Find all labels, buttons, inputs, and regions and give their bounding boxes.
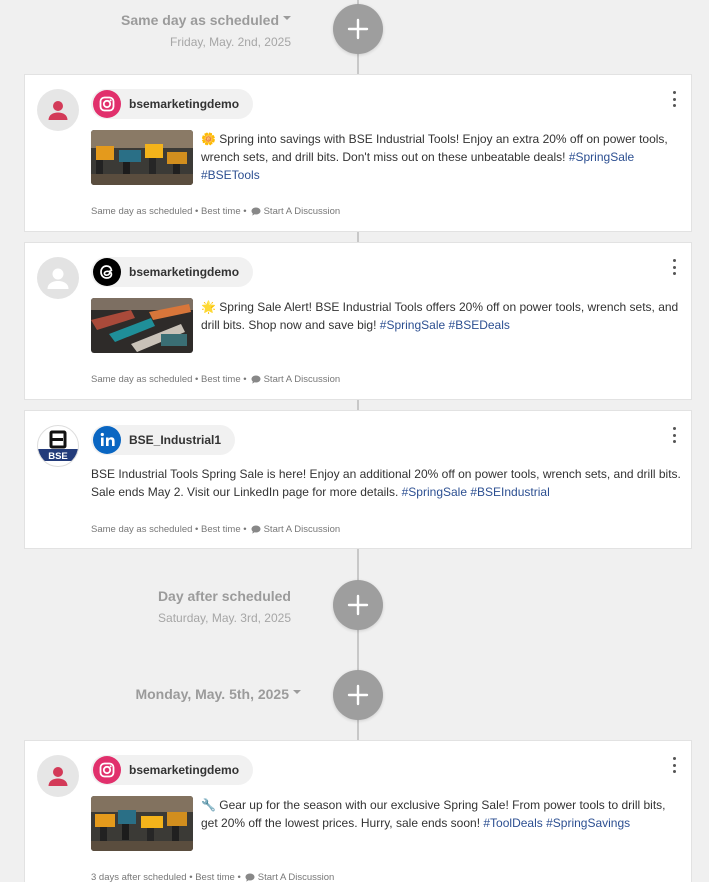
account-pill[interactable]: bsemarketingdemo xyxy=(91,89,254,119)
account-name: bsemarketingdemo xyxy=(129,97,240,111)
account-pill[interactable]: bsemarketingdemo xyxy=(91,755,254,785)
chat-bubble-icon xyxy=(251,375,261,384)
best-time-label: Best time xyxy=(201,206,241,217)
date-group-header: Monday, May. 5th, 2025 xyxy=(135,686,301,702)
date-group-header: Day after scheduled Saturday, May. 3rd, … xyxy=(158,588,291,625)
timing-label: Same day as scheduled xyxy=(91,206,193,217)
kebab-menu-icon[interactable] xyxy=(671,259,677,275)
timing-label: 3 days after scheduled xyxy=(91,872,187,882)
linkedin-icon xyxy=(93,426,121,454)
post-image-thumbnail[interactable] xyxy=(91,796,193,851)
post-text: 🔧 Gear up for the season with our exclus… xyxy=(201,798,666,830)
caret-down-icon xyxy=(283,16,291,21)
best-time-label: Best time xyxy=(201,524,241,535)
start-discussion-link[interactable]: Start A Discussion xyxy=(245,872,334,882)
post-card[interactable]: bsemarketingdemo 🌼 Spring into savings w… xyxy=(24,74,692,232)
post-image-thumbnail[interactable] xyxy=(91,130,193,185)
hashtag-link[interactable]: #SpringSavings xyxy=(546,816,630,830)
post-meta: Same day as scheduled • Best time • Star… xyxy=(91,374,341,385)
add-post-button[interactable] xyxy=(333,4,383,54)
account-name: BSE_Industrial1 xyxy=(129,433,222,447)
hashtag-link[interactable]: #SpringSale xyxy=(380,318,445,332)
start-discussion-link[interactable]: Start A Discussion xyxy=(251,374,340,385)
avatar: BSE xyxy=(37,425,79,467)
post-image-thumbnail[interactable] xyxy=(91,298,193,353)
instagram-icon xyxy=(93,756,121,784)
avatar-text: BSE xyxy=(48,451,68,462)
post-meta: Same day as scheduled • Best time • Star… xyxy=(91,524,341,535)
threads-icon xyxy=(93,258,121,286)
best-time-label: Best time xyxy=(201,374,241,385)
date-group-title[interactable]: Monday, May. 5th, 2025 xyxy=(135,686,301,702)
post-meta: Same day as scheduled • Best time • Star… xyxy=(91,206,341,217)
timing-label: Same day as scheduled xyxy=(91,524,193,535)
post-card[interactable]: bsemarketingdemo 🌟 Spring Sale Alert! BS… xyxy=(24,242,692,400)
timing-label: Same day as scheduled xyxy=(91,374,193,385)
start-discussion-link[interactable]: Start A Discussion xyxy=(251,206,340,217)
add-post-button[interactable] xyxy=(333,670,383,720)
date-group-title[interactable]: Same day as scheduled xyxy=(121,12,291,28)
account-pill[interactable]: bsemarketingdemo xyxy=(91,257,254,287)
plus-icon xyxy=(347,684,369,706)
account-name: bsemarketingdemo xyxy=(129,265,240,279)
kebab-menu-icon[interactable] xyxy=(671,91,677,107)
kebab-menu-icon[interactable] xyxy=(671,427,677,443)
caret-down-icon xyxy=(293,690,301,695)
date-group-title: Day after scheduled xyxy=(157,588,291,604)
chat-bubble-icon xyxy=(251,207,261,216)
hashtag-link[interactable]: #BSETools xyxy=(201,168,260,182)
post-meta: 3 days after scheduled • Best time • Sta… xyxy=(91,872,335,882)
best-time-label: Best time xyxy=(195,872,235,882)
kebab-menu-icon[interactable] xyxy=(671,757,677,773)
chat-bubble-icon xyxy=(245,873,255,882)
chat-bubble-icon xyxy=(251,525,261,534)
hashtag-link[interactable]: #BSEDeals xyxy=(449,318,510,332)
emoji: 🔧 xyxy=(201,798,216,812)
instagram-icon xyxy=(93,90,121,118)
start-discussion-link[interactable]: Start A Discussion xyxy=(251,524,340,535)
emoji: 🌼 xyxy=(201,132,216,146)
avatar xyxy=(37,89,79,131)
account-name: bsemarketingdemo xyxy=(129,763,240,777)
post-text: BSE Industrial Tools Spring Sale is here… xyxy=(91,467,681,499)
avatar xyxy=(37,755,79,797)
post-text: 🌼 Spring into savings with BSE Industria… xyxy=(201,132,668,182)
user-icon xyxy=(47,268,69,289)
hashtag-link[interactable]: #ToolDeals xyxy=(483,816,542,830)
post-text: 🌟 Spring Sale Alert! BSE Industrial Tool… xyxy=(201,300,679,332)
hashtag-link[interactable]: #SpringSale xyxy=(569,150,634,164)
hashtag-link[interactable]: #SpringSale xyxy=(402,485,467,499)
avatar xyxy=(37,257,79,299)
post-card[interactable]: bsemarketingdemo 🔧 Gear up for the seaso… xyxy=(24,740,692,882)
plus-icon xyxy=(347,18,369,40)
hashtag-link[interactable]: #BSEIndustrial xyxy=(470,485,549,499)
user-icon xyxy=(48,767,68,786)
user-icon xyxy=(48,101,68,120)
emoji: 🌟 xyxy=(201,300,216,314)
add-post-button[interactable] xyxy=(333,580,383,630)
date-group-date: Saturday, May. 3rd, 2025 xyxy=(158,611,291,625)
date-group-header: Same day as scheduled Friday, May. 2nd, … xyxy=(121,12,291,49)
post-card[interactable]: BSE BSE_Industrial1 BSE Industrial Tools… xyxy=(24,410,692,549)
account-pill[interactable]: BSE_Industrial1 xyxy=(91,425,236,455)
date-group-date: Friday, May. 2nd, 2025 xyxy=(170,35,291,49)
plus-icon xyxy=(347,594,369,616)
